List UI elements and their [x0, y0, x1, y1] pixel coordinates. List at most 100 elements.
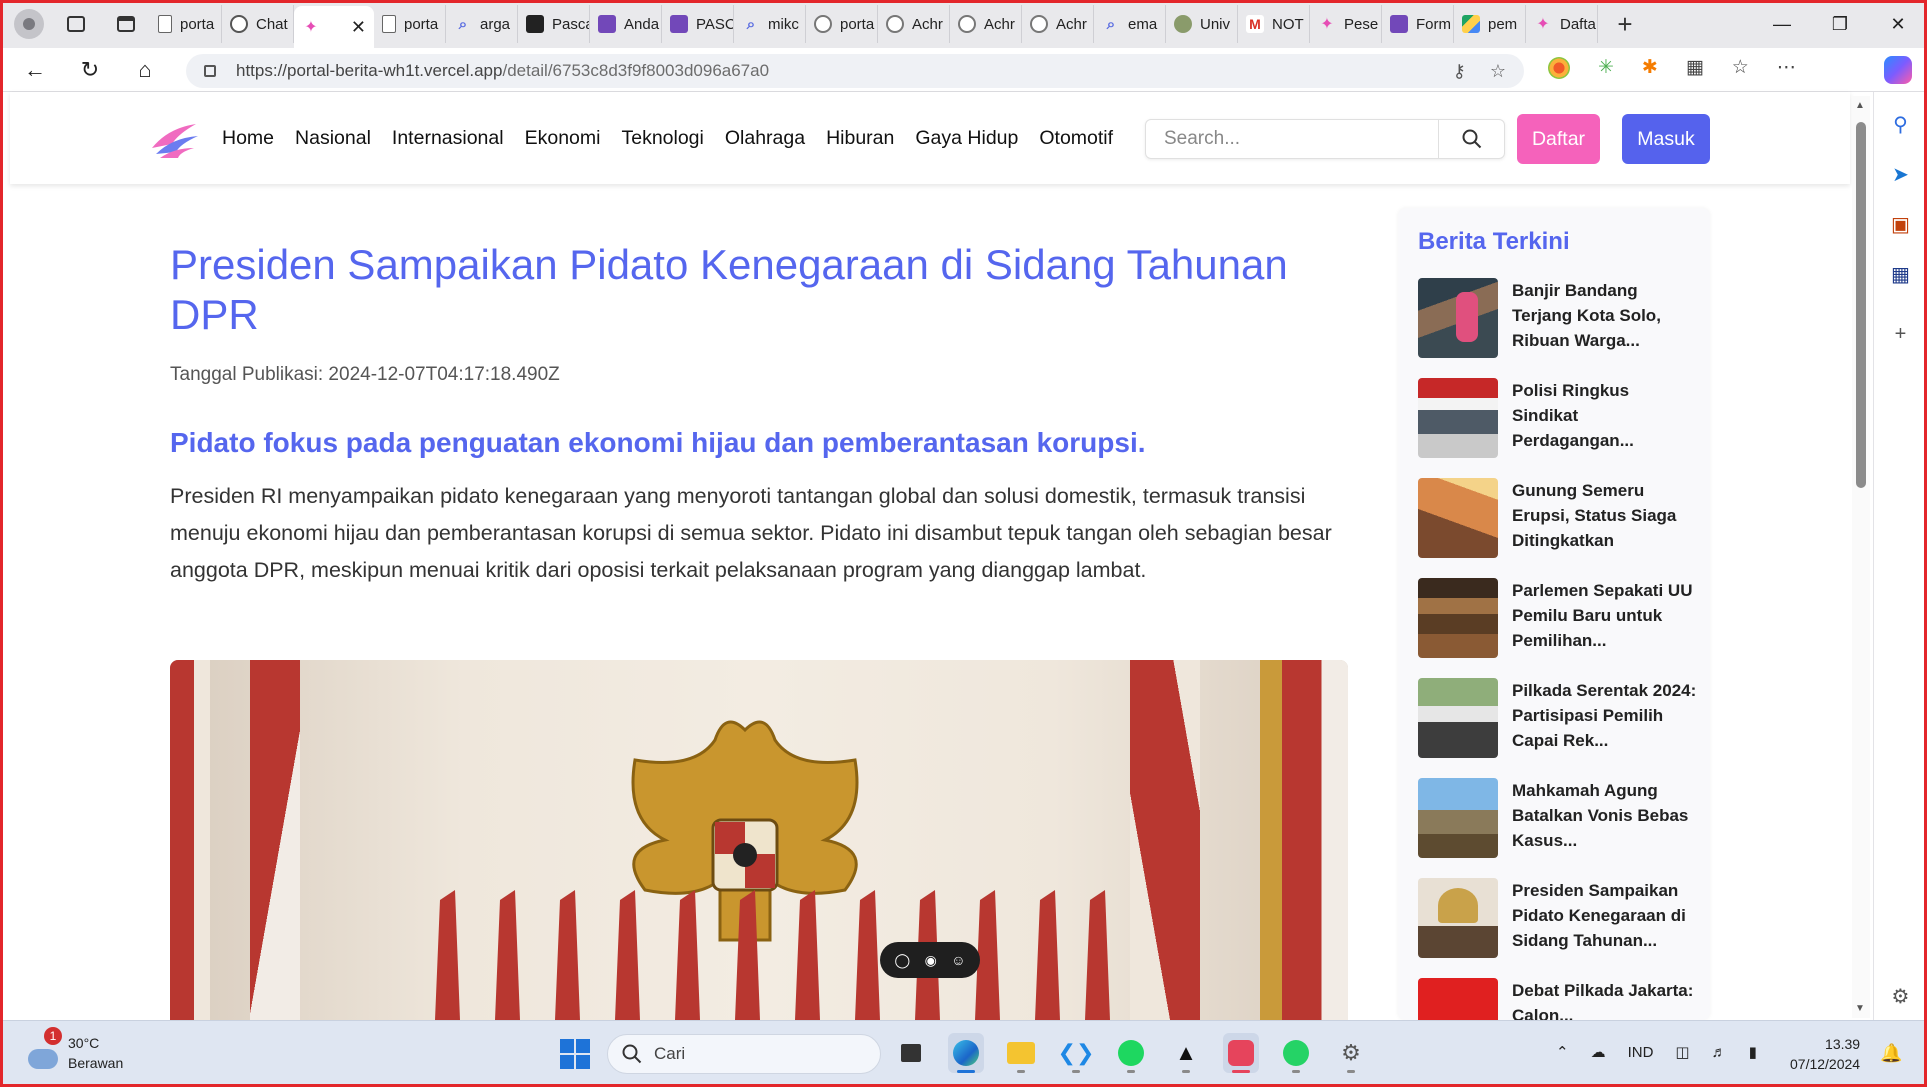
news-title[interactable]: Parlemen Sepakati UU Pemilu Baru untuk P…: [1512, 578, 1698, 653]
browser-tab[interactable]: Form: [1382, 5, 1454, 43]
news-thumbnail[interactable]: [1418, 378, 1498, 458]
browser-tab[interactable]: M NOT: [1238, 5, 1310, 43]
news-title[interactable]: Gunung Semeru Erupsi, Status Siaga Ditin…: [1512, 478, 1698, 553]
taskbar-search[interactable]: Cari: [607, 1034, 881, 1074]
news-title[interactable]: Presiden Sampaikan Pidato Kenegaraan di …: [1512, 878, 1698, 953]
nav-link-gaya-hidup[interactable]: Gaya Hidup: [915, 127, 1018, 150]
browser-tab[interactable]: ⌕ ema: [1094, 5, 1166, 43]
settings-app-icon[interactable]: ⚙: [1333, 1033, 1369, 1073]
news-title[interactable]: Banjir Bandang Terjang Kota Solo, Ribuan…: [1512, 278, 1698, 353]
latest-news-item[interactable]: Polisi Ringkus Sindikat Perdagangan...: [1418, 378, 1698, 478]
nav-link-internasional[interactable]: Internasional: [392, 127, 504, 150]
battery-icon[interactable]: ▮: [1749, 1043, 1757, 1061]
scroll-up-icon[interactable]: ▲: [1855, 100, 1865, 111]
browser-tab[interactable]: Univ: [1166, 5, 1238, 43]
favorites-list-icon[interactable]: ☆: [1732, 56, 1749, 79]
onedrive-icon[interactable]: ☁: [1591, 1043, 1606, 1061]
news-thumbnail[interactable]: [1418, 278, 1498, 358]
vscode-icon[interactable]: ❮❯: [1058, 1033, 1094, 1073]
vertical-tabs-icon[interactable]: [114, 12, 138, 36]
weather-widget[interactable]: 1 30°C Berawan: [28, 1027, 123, 1073]
home-icon[interactable]: ⌂: [125, 52, 165, 88]
browser-tab[interactable]: ⌕ mikc: [734, 5, 806, 43]
spotify-icon[interactable]: [1113, 1033, 1149, 1073]
latest-news-item[interactable]: Mahkamah Agung Batalkan Vonis Bebas Kasu…: [1418, 778, 1698, 878]
browser-tab[interactable]: ✦ Pese: [1310, 5, 1382, 43]
portal-logo-icon[interactable]: [150, 120, 200, 160]
more-menu-icon[interactable]: ⋯: [1777, 56, 1796, 79]
view-icon[interactable]: ◉: [925, 952, 937, 969]
edge-browser-icon[interactable]: [948, 1033, 984, 1073]
back-icon[interactable]: ←: [15, 52, 55, 88]
news-title[interactable]: Debat Pilkada Jakarta: Calon...: [1512, 978, 1698, 1020]
browser-tab[interactable]: ✦ Dafta: [1526, 5, 1598, 43]
search-button[interactable]: [1438, 120, 1504, 158]
file-explorer-icon[interactable]: [1003, 1033, 1039, 1073]
minimize-icon[interactable]: —: [1753, 0, 1811, 48]
workspaces-icon[interactable]: [64, 12, 88, 36]
news-thumbnail[interactable]: [1418, 878, 1498, 958]
profile-avatar-icon[interactable]: [14, 9, 44, 39]
browser-tab[interactable]: Achr: [950, 5, 1022, 43]
browser-tab[interactable]: porta: [374, 5, 446, 43]
news-title[interactable]: Polisi Ringkus Sindikat Perdagangan...: [1512, 378, 1698, 453]
extension-spark-icon[interactable]: ✱: [1642, 56, 1658, 79]
news-title[interactable]: Mahkamah Agung Batalkan Vonis Bebas Kasu…: [1512, 778, 1698, 853]
scroll-down-icon[interactable]: ▼: [1855, 1003, 1865, 1014]
sidebar-shopping-icon[interactable]: ▣: [1887, 210, 1915, 238]
extension-color-icon[interactable]: [1548, 56, 1570, 79]
sidebar-settings-icon[interactable]: ⚙: [1887, 982, 1915, 1010]
nav-link-olahraga[interactable]: Olahraga: [725, 127, 805, 150]
browser-tab[interactable]: Anda: [590, 5, 662, 43]
browser-tab[interactable]: PASC: [662, 5, 734, 43]
news-thumbnail[interactable]: [1418, 978, 1498, 1020]
refresh-icon[interactable]: ↻: [70, 52, 110, 88]
nav-link-ekonomi[interactable]: Ekonomi: [525, 127, 601, 150]
nav-link-teknologi[interactable]: Teknologi: [621, 127, 703, 150]
browser-tab[interactable]: Achr: [878, 5, 950, 43]
news-thumbnail[interactable]: [1418, 578, 1498, 658]
task-view-icon[interactable]: [893, 1033, 929, 1073]
nav-link-nasional[interactable]: Nasional: [295, 127, 371, 150]
browser-tab[interactable]: porta: [150, 5, 222, 43]
nav-link-home[interactable]: Home: [222, 127, 274, 150]
key-icon[interactable]: ⚷: [1453, 61, 1466, 82]
extension-leaf-icon[interactable]: ✳: [1598, 56, 1614, 79]
clock[interactable]: 13.39 07/12/2024: [1790, 1034, 1860, 1074]
browser-tab[interactable]: porta: [806, 5, 878, 43]
latest-news-item[interactable]: Parlemen Sepakati UU Pemilu Baru untuk P…: [1418, 578, 1698, 678]
latest-news-item[interactable]: Presiden Sampaikan Pidato Kenegaraan di …: [1418, 878, 1698, 978]
nav-link-hiburan[interactable]: Hiburan: [826, 127, 894, 150]
volume-icon[interactable]: ♬: [1712, 1044, 1727, 1061]
extensions-puzzle-icon[interactable]: ▦: [1686, 56, 1704, 79]
whatsapp-icon[interactable]: [1278, 1033, 1314, 1073]
notifications-bell-icon[interactable]: 🔔: [1880, 1043, 1902, 1064]
browser-tab[interactable]: Achr: [1022, 5, 1094, 43]
network-icon[interactable]: ◫: [1675, 1043, 1689, 1061]
close-tab-icon[interactable]: ✕: [351, 17, 366, 38]
lock-icon[interactable]: [204, 65, 216, 77]
browser-tab[interactable]: Pasca: [518, 5, 590, 43]
chevron-up-icon[interactable]: ⌃: [1556, 1043, 1569, 1061]
browser-tab[interactable]: Chat: [222, 5, 294, 43]
register-button[interactable]: Daftar: [1517, 114, 1600, 164]
sidebar-add-icon[interactable]: +: [1887, 320, 1915, 348]
restore-icon[interactable]: ❐: [1811, 0, 1869, 48]
login-button[interactable]: Masuk: [1622, 114, 1710, 164]
browser-tab[interactable]: pem: [1454, 5, 1526, 43]
news-title[interactable]: Pilkada Serentak 2024: Partisipasi Pemil…: [1512, 678, 1698, 753]
scrollbar-thumb[interactable]: [1856, 122, 1866, 488]
inkscape-icon[interactable]: ▲: [1168, 1033, 1204, 1073]
latest-news-item[interactable]: Pilkada Serentak 2024: Partisipasi Pemil…: [1418, 678, 1698, 778]
page-scrollbar[interactable]: ▲ ▼: [1852, 96, 1870, 1018]
copilot-icon[interactable]: [1884, 56, 1912, 84]
latest-news-item[interactable]: Banjir Bandang Terjang Kota Solo, Ribuan…: [1418, 278, 1698, 378]
news-thumbnail[interactable]: [1418, 678, 1498, 758]
new-tab-button[interactable]: +: [1610, 9, 1640, 40]
language-indicator[interactable]: IND: [1628, 1044, 1654, 1061]
latest-news-item[interactable]: Gunung Semeru Erupsi, Status Siaga Ditin…: [1418, 478, 1698, 578]
latest-news-item[interactable]: Debat Pilkada Jakarta: Calon...: [1418, 978, 1698, 1020]
url-field[interactable]: https://portal-berita-wh1t.vercel.app/de…: [186, 54, 1524, 88]
comment-icon[interactable]: ◯: [894, 952, 910, 969]
news-thumbnail[interactable]: [1418, 778, 1498, 858]
